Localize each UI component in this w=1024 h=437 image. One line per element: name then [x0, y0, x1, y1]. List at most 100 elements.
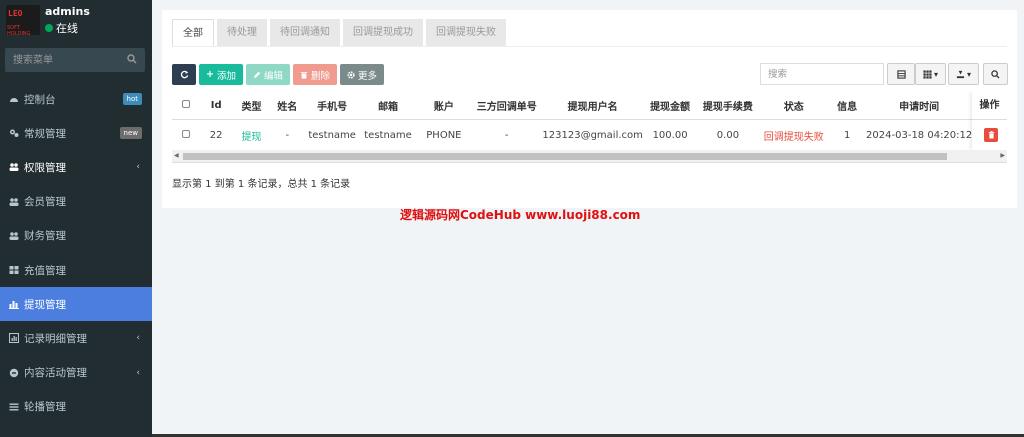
- bar-chart-icon: [9, 299, 21, 310]
- sidebar-item-withdraw[interactable]: 提现管理: [0, 287, 152, 322]
- sidebar-item-label: 财务管理: [24, 230, 66, 243]
- add-button[interactable]: + 添加: [199, 64, 243, 85]
- advanced-search-button[interactable]: [983, 63, 1008, 85]
- more-button-label: 更多: [357, 70, 377, 82]
- users-icon: [9, 231, 21, 241]
- operation-column: 操作: [972, 92, 1007, 150]
- logo: LEO SOFT HOLDING: [6, 5, 40, 37]
- search-icon[interactable]: [127, 54, 137, 67]
- sidebar-item-members[interactable]: 会员管理: [0, 185, 152, 219]
- logo-subtext: SOFT HOLDING: [7, 25, 31, 37]
- trash-icon: [988, 131, 994, 139]
- grid-icon: [9, 265, 21, 275]
- scroll-right-arrow-icon[interactable]: ▶: [1000, 150, 1005, 162]
- col-header-fee[interactable]: 提现手续费: [696, 92, 760, 120]
- logo-text: LEO: [8, 9, 23, 18]
- col-header-status[interactable]: 状态: [759, 92, 829, 120]
- tab-callback-success[interactable]: 回调提现成功: [343, 19, 423, 47]
- edit-button[interactable]: 编辑: [246, 64, 290, 85]
- list-icon: [9, 402, 21, 412]
- grid-icon: [923, 69, 932, 79]
- user-status: 在线: [45, 20, 78, 36]
- tab-all[interactable]: 全部: [172, 19, 214, 47]
- col-header-phone[interactable]: 手机号: [304, 92, 361, 120]
- tab-awaiting-callback[interactable]: 待回调通知: [270, 19, 340, 47]
- cell-type[interactable]: 提现: [233, 120, 271, 151]
- sidebar-item-finance[interactable]: 财务管理: [0, 219, 152, 253]
- line-chart-icon: [9, 333, 21, 344]
- sidebar-item-general[interactable]: 常规管理 new: [0, 116, 152, 150]
- horizontal-scrollbar[interactable]: ◀ ▶: [172, 150, 1007, 162]
- add-button-label: 添加: [216, 70, 236, 82]
- sidebar-item-carousel[interactable]: 轮播管理: [0, 390, 152, 424]
- sidebar-item-label: 权限管理: [24, 161, 66, 174]
- menu-search-input[interactable]: [5, 48, 131, 72]
- delete-button-label: 删除: [310, 70, 330, 82]
- tab-divider: [172, 46, 1007, 47]
- columns-button[interactable]: ▾: [915, 63, 946, 85]
- select-all-checkbox-cell: [172, 92, 200, 120]
- search-icon: [991, 69, 1000, 79]
- sidebar-item-label: 记录明细管理: [24, 332, 87, 345]
- cogs-icon: [9, 128, 21, 138]
- col-header-operation: 操作: [972, 92, 1007, 120]
- col-header-name[interactable]: 姓名: [270, 92, 305, 120]
- row-delete-button[interactable]: [984, 128, 998, 142]
- users-icon: [9, 197, 21, 207]
- watermark: 逻辑源码网CodeHub www.luoji88.com: [400, 208, 641, 222]
- trash-icon: [300, 71, 308, 79]
- delete-button[interactable]: 删除: [293, 64, 337, 85]
- user-status-label: 在线: [56, 22, 78, 35]
- sidebar-item-recharge[interactable]: 充值管理: [0, 253, 152, 287]
- table-search-input[interactable]: [760, 63, 884, 85]
- cell-callback-no: -: [504, 129, 509, 141]
- export-button[interactable]: ▾: [948, 63, 979, 85]
- cell-name: -: [285, 129, 290, 141]
- toggle-view-button[interactable]: [887, 63, 915, 85]
- col-header-id[interactable]: Id: [199, 92, 233, 120]
- cell-username: 123123@gmail.com: [542, 129, 643, 141]
- col-header-username[interactable]: 提现用户名: [541, 92, 644, 120]
- more-button[interactable]: 更多: [340, 64, 384, 85]
- col-header-time[interactable]: 申请时间: [866, 92, 973, 120]
- chevron-left-icon: ‹: [136, 333, 140, 344]
- plus-icon: +: [206, 69, 214, 80]
- select-all-checkbox[interactable]: [181, 100, 190, 108]
- refresh-button[interactable]: [172, 64, 196, 85]
- col-header-email[interactable]: 邮箱: [360, 92, 417, 120]
- col-header-amount[interactable]: 提现金额: [643, 92, 697, 120]
- sidebar-menu: 控制台 hot 常规管理 new 权限管理 ‹ 会员管理 财务管理 充值管理 提…: [0, 82, 152, 424]
- circle-icon: [9, 368, 21, 378]
- sidebar-item-label: 提现管理: [24, 298, 66, 311]
- row-checkbox-cell: [172, 120, 200, 151]
- tab-callback-failed[interactable]: 回调提现失败: [426, 19, 506, 47]
- col-header-info[interactable]: 信息: [828, 92, 867, 120]
- table-row[interactable]: 22 提现 - testname testname PHONE - 123123…: [172, 120, 1007, 151]
- scroll-left-arrow-icon[interactable]: ◀: [174, 150, 179, 162]
- sidebar-item-dashboard[interactable]: 控制台 hot: [0, 82, 152, 116]
- row-checkbox[interactable]: [181, 129, 190, 138]
- sidebar-item-content[interactable]: 内容活动管理 ‹: [0, 356, 152, 390]
- col-header-type[interactable]: 类型: [232, 92, 271, 120]
- chevron-left-icon: ‹: [136, 162, 140, 173]
- online-dot-icon: [45, 24, 53, 32]
- caret-down-icon: ▾: [933, 69, 938, 79]
- scrollbar-thumb[interactable]: [183, 153, 947, 160]
- tab-pending[interactable]: 待处理: [217, 19, 267, 47]
- cell-status: 回调提现失败: [763, 131, 824, 143]
- download-icon: [956, 70, 965, 78]
- col-header-callback-no[interactable]: 三方回调单号: [471, 92, 542, 120]
- sidebar-item-records[interactable]: 记录明细管理 ‹: [0, 321, 152, 355]
- content-panel: 全部 待处理 待回调通知 回调提现成功 回调提现失败 + 添加 编辑 删除 更多…: [162, 10, 1017, 208]
- sidebar-item-label: 内容活动管理: [24, 367, 87, 380]
- refresh-icon: [180, 70, 188, 79]
- hot-badge: hot: [122, 93, 142, 105]
- sidebar-item-permissions[interactable]: 权限管理 ‹: [0, 150, 152, 184]
- gear-icon: [347, 70, 355, 79]
- col-header-account[interactable]: 账户: [416, 92, 472, 120]
- status-tabs: 全部 待处理 待回调通知 回调提现成功 回调提现失败: [172, 19, 509, 47]
- sidebar-item-label: 轮播管理: [24, 401, 66, 414]
- user-name: admins: [45, 5, 90, 18]
- group-icon: [9, 162, 21, 172]
- cell-id: 22: [209, 129, 223, 141]
